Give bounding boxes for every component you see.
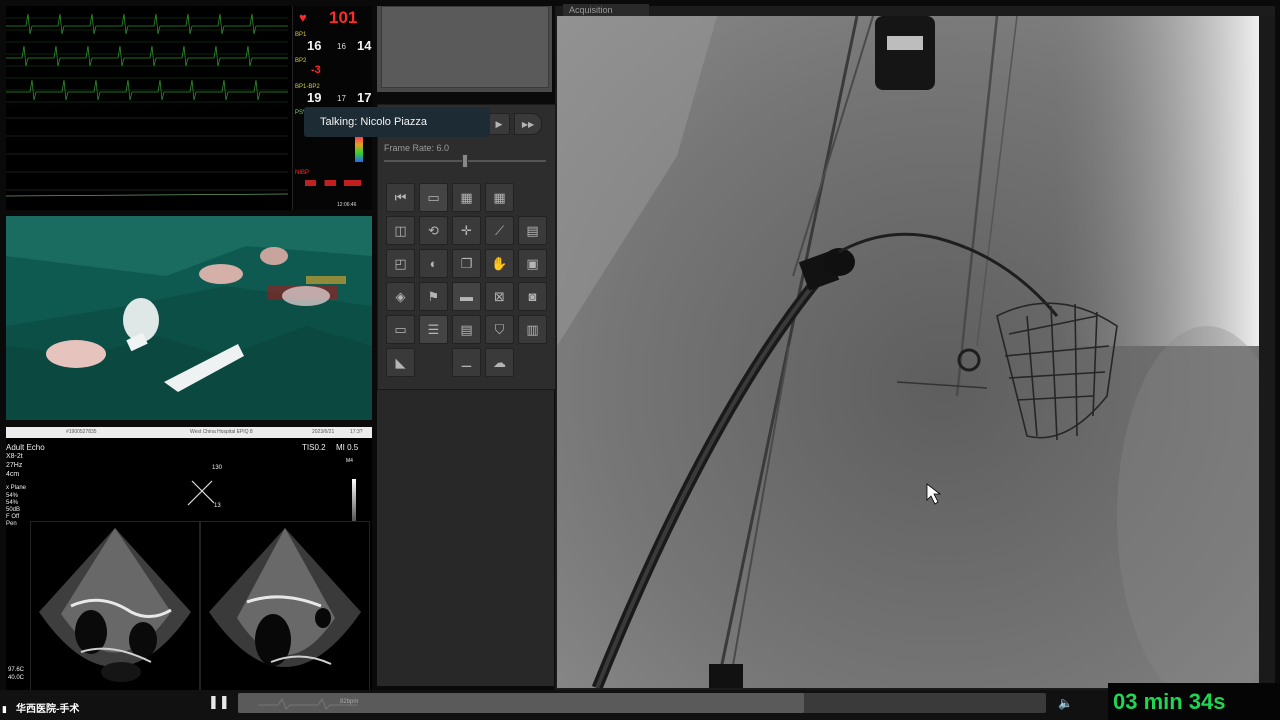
echo-angle-bottom: 13 bbox=[214, 503, 221, 509]
echo-pen: Pen bbox=[6, 521, 17, 527]
monitor-waveforms bbox=[6, 6, 288, 197]
echo-header-bar: #1900527835 West China Hospital EPIQ 8 2… bbox=[6, 427, 372, 438]
echo-view-right bbox=[200, 521, 370, 707]
echo-panel: #1900527835 West China Hospital EPIQ 8 2… bbox=[6, 427, 372, 715]
measure-icon[interactable]: ⟋ bbox=[485, 216, 514, 245]
film-icon[interactable]: ▣ bbox=[518, 249, 547, 278]
echo-date: 2023/6/21 bbox=[312, 429, 335, 435]
echo-off: F Off bbox=[6, 514, 20, 520]
stack-icon[interactable]: ▥ bbox=[518, 315, 547, 344]
echo-db: 50dB bbox=[6, 507, 21, 513]
echo-m4: M4 bbox=[346, 458, 353, 464]
echo-plane: x Plane bbox=[6, 485, 27, 491]
shield-icon[interactable]: ⛉ bbox=[485, 315, 514, 344]
heart-rate-value: 101 bbox=[329, 8, 358, 27]
document-icon[interactable]: ▤ bbox=[518, 216, 547, 245]
operating-room-camera bbox=[6, 216, 372, 420]
skip-start-icon[interactable]: ⏮ bbox=[386, 183, 415, 212]
echo-p2: 54% bbox=[6, 500, 19, 506]
pause-button[interactable]: ❚❚ bbox=[208, 694, 230, 710]
camera-icon[interactable]: ◙ bbox=[518, 282, 547, 311]
cloud-icon[interactable]: ☁ bbox=[485, 348, 514, 377]
export-folder-icon[interactable]: ▭ bbox=[386, 315, 415, 344]
bp1-bp2-b: 17 bbox=[337, 94, 346, 103]
bp1-label: BP1 bbox=[295, 32, 307, 38]
frame-rate-label: Frame Rate: 6.0 bbox=[384, 143, 450, 153]
control-preview-area bbox=[381, 6, 549, 88]
echo-temp-1: 97.6C bbox=[8, 667, 25, 673]
bp1-bp2-c: 17 bbox=[357, 90, 372, 105]
hand-icon[interactable]: ✋ bbox=[485, 249, 514, 278]
echo-hospital: West China Hospital EPIQ 8 bbox=[190, 429, 253, 435]
contrast-icon[interactable]: ◐ bbox=[419, 249, 448, 278]
bp2-label: BP2 bbox=[295, 58, 307, 64]
bp1-diastolic: 14 bbox=[357, 38, 372, 53]
acquisition-tab[interactable]: Acquisition bbox=[563, 4, 649, 16]
bp2-value: -3 bbox=[311, 64, 321, 76]
video-progress-track[interactable]: 82bpm bbox=[238, 693, 1046, 713]
talking-indicator: Talking: Nicolo Piazza bbox=[304, 107, 490, 137]
crop-icon[interactable]: ⊠ bbox=[485, 282, 514, 311]
rotate-icon[interactable]: ⟲ bbox=[419, 216, 448, 245]
list-icon[interactable]: ☰ bbox=[419, 315, 448, 344]
bp1-bp2-a: 19 bbox=[307, 90, 322, 105]
folder-icon[interactable]: ▬ bbox=[452, 282, 481, 311]
bp1-mean: 16 bbox=[337, 42, 346, 51]
frame-rate-slider-thumb[interactable] bbox=[462, 154, 468, 168]
echo-depth: 4cm bbox=[6, 471, 20, 478]
echo-angle-top: 130 bbox=[212, 465, 223, 471]
nibp-label: NIBP bbox=[295, 170, 310, 176]
grid-layout-alt-icon[interactable]: ▦ bbox=[485, 183, 514, 212]
play-button[interactable]: ▶ bbox=[488, 113, 510, 135]
bp1-systolic: 16 bbox=[307, 38, 322, 53]
control-panel-empty-area bbox=[377, 390, 554, 686]
color-scale-bar bbox=[355, 136, 363, 162]
grid-layout-icon[interactable]: ▦ bbox=[452, 183, 481, 212]
nibp-value-bars bbox=[305, 180, 361, 186]
echo-p1: 54% bbox=[6, 493, 19, 499]
overlay-icon[interactable]: ◫ bbox=[386, 216, 415, 245]
echo-freq: 27Hz bbox=[6, 462, 23, 469]
surgery-video-frame bbox=[6, 216, 372, 420]
report-icon[interactable]: ▤ bbox=[452, 315, 481, 344]
echo-tis: TIS0.2 bbox=[302, 443, 326, 452]
monitor-clock: 12:06:46 bbox=[337, 202, 357, 208]
echo-view-left bbox=[30, 521, 200, 707]
bone-icon[interactable]: ⚊ bbox=[452, 348, 481, 377]
image-icon[interactable]: ◰ bbox=[386, 249, 415, 278]
volume-icon[interactable]: 🔈 bbox=[1058, 696, 1073, 710]
wifi-signal-icon: ▮ bbox=[2, 704, 7, 714]
flag-icon[interactable]: ⚑ bbox=[419, 282, 448, 311]
next-frame-button[interactable]: ▶▶ bbox=[514, 113, 542, 135]
frame-rate-slider-track[interactable] bbox=[384, 154, 546, 168]
session-timer: 03 min 34s bbox=[1108, 683, 1280, 720]
folder-open-icon[interactable]: ▭ bbox=[419, 183, 448, 212]
fluoroscopy-image bbox=[557, 16, 1259, 688]
echo-probe: X8-2t bbox=[6, 453, 23, 460]
hospital-logo: 华西医院-手术 bbox=[16, 704, 80, 715]
echo-patient-id: #1900527835 bbox=[66, 429, 97, 435]
heart-rate-readout: 82bpm bbox=[340, 699, 359, 705]
echo-mode: Adult Echo bbox=[6, 443, 45, 452]
xplane-angle-icon bbox=[187, 480, 215, 506]
heart-icon: ♥ bbox=[299, 10, 307, 25]
layers-icon[interactable]: ❐ bbox=[452, 249, 481, 278]
diamond-icon[interactable]: ◈ bbox=[386, 282, 415, 311]
echo-temp-2: 40.0C bbox=[8, 675, 25, 681]
echo-time: 17:3? bbox=[350, 429, 363, 435]
viewer-control-panel: ▶ ▶▶ Frame Rate: 6.0 ⏮ ▭ ▦ ▦ ◫ ⟲ ✛ ⟋ ▤ ◰… bbox=[377, 104, 556, 390]
control-panel-top bbox=[377, 6, 552, 92]
echo-mi: MI 0.5 bbox=[336, 443, 359, 452]
eraser-icon[interactable]: ◣ bbox=[386, 348, 415, 377]
acquisition-header-bar bbox=[649, 6, 1275, 16]
pan-icon[interactable]: ✛ bbox=[452, 216, 481, 245]
